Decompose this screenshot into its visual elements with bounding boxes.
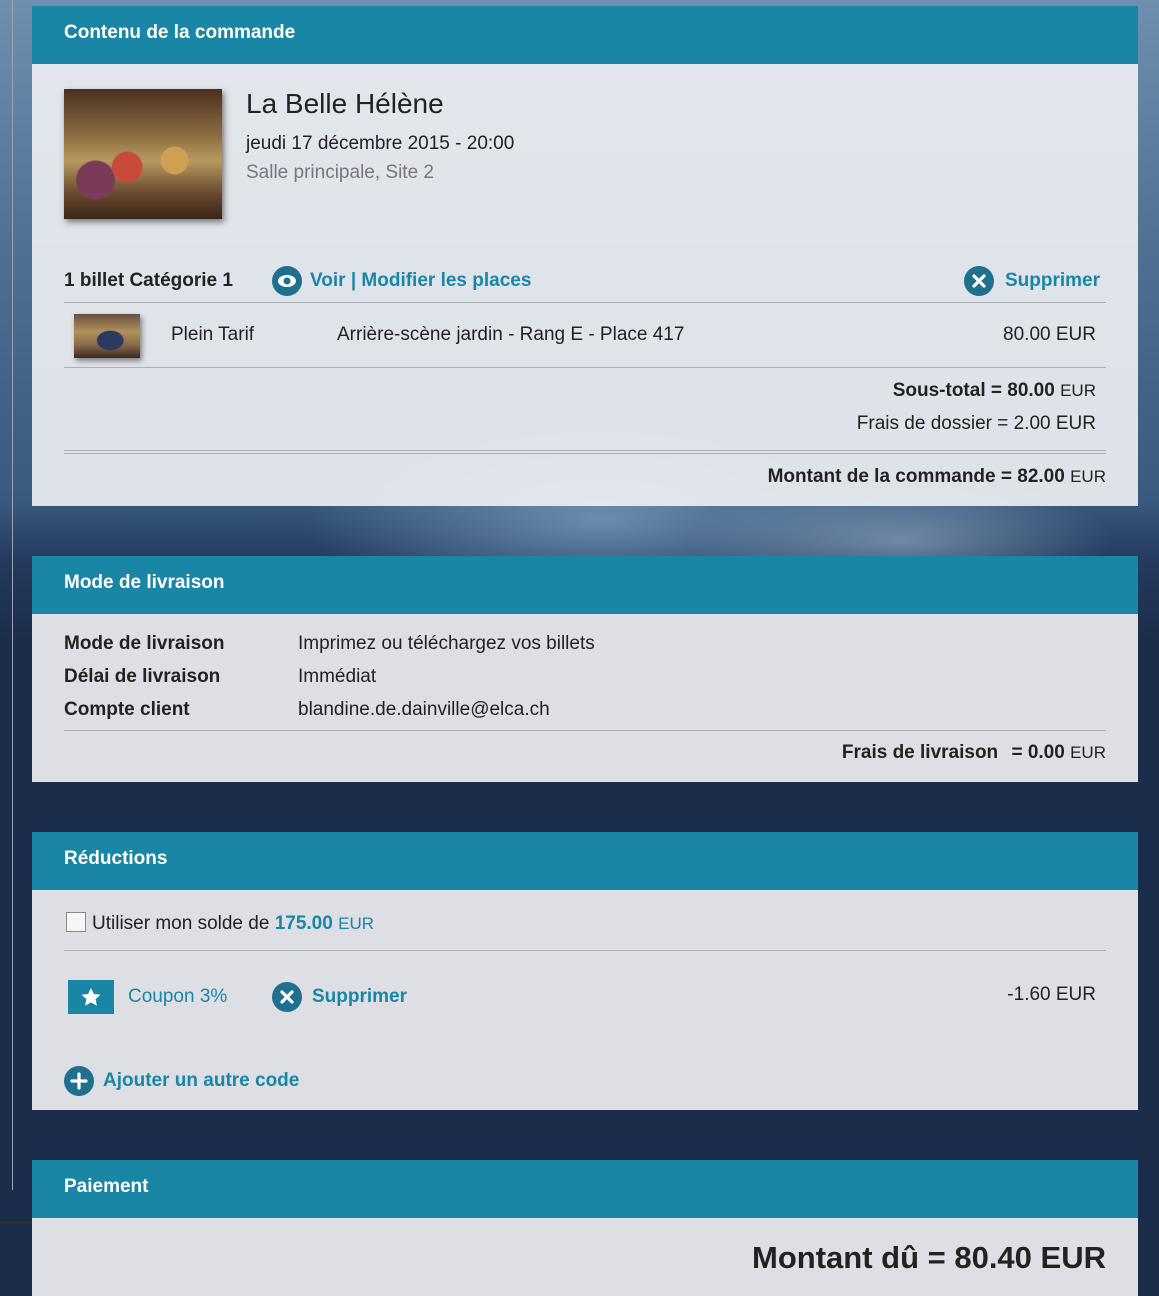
divider: [64, 450, 1106, 451]
handling-fees-label: Frais de dossier = 2.00: [856, 413, 1051, 434]
delivery-delay-value: Immédiat: [298, 666, 377, 687]
ticket-price: 80.00 EUR: [1003, 324, 1096, 346]
divider: [64, 453, 1106, 454]
show-title: La Belle Hélène: [246, 88, 444, 119]
use-balance-label: Utiliser mon solde de: [92, 913, 270, 934]
balance-amount: 175.00: [274, 913, 333, 934]
delivery-fee-amount: = 0.00: [1011, 742, 1065, 763]
delivery-fee-currency: EUR: [1070, 743, 1106, 762]
order-panel: Contenu de la commande La Belle Hélène j…: [32, 6, 1138, 506]
delivery-panel-header: Mode de livraison: [32, 556, 1138, 614]
close-icon[interactable]: [272, 982, 302, 1012]
subtotal-label: Sous-total = 80.00: [892, 380, 1055, 401]
payment-panel: Paiement Montant dû = 80.40 EUR: [32, 1160, 1138, 1296]
order-total-label: Montant de la commande = 82.00: [767, 466, 1065, 487]
divider: [0, 1222, 32, 1223]
delivery-fee: Frais de livraison = 0.00 EUR: [842, 742, 1106, 764]
delivery-mode-value: Imprimez ou téléchargez vos billets: [298, 633, 595, 654]
order-total: Montant de la commande = 82.00 EUR: [768, 466, 1106, 488]
coupon-amount: -1.60 EUR: [1007, 984, 1096, 1005]
left-border: [12, 0, 13, 1190]
close-icon[interactable]: [964, 266, 994, 296]
use-balance: Utiliser mon solde de 175.00 EUR: [92, 913, 374, 935]
divider: [64, 950, 1106, 951]
delivery-fee-label: Frais de livraison: [841, 742, 999, 763]
show-venue: Salle principale, Site 2: [246, 162, 434, 183]
amount-due-currency: EUR: [1040, 1240, 1106, 1275]
use-balance-checkbox[interactable]: [66, 912, 86, 932]
show-date: jeudi 17 décembre 2015 - 20:00: [246, 133, 515, 154]
reductions-panel-header: Réductions: [32, 832, 1138, 890]
ticket-group-label: 1 billet Catégorie 1: [64, 270, 233, 291]
add-code-link[interactable]: Ajouter un autre code: [103, 1070, 299, 1092]
view-modify-seats-link[interactable]: Voir | Modifier les places: [310, 270, 531, 292]
divider: [64, 302, 1106, 303]
ticket-price-currency: EUR: [1055, 324, 1096, 345]
delivery-mode-label: Mode de livraison: [64, 633, 225, 654]
plus-icon[interactable]: [64, 1066, 94, 1096]
amount-due-label: Montant dû = 80.40: [752, 1240, 1032, 1275]
amount-due: Montant dû = 80.40 EUR: [752, 1240, 1106, 1276]
delete-ticket-link[interactable]: Supprimer: [1005, 270, 1100, 292]
ticket-price-value: 80.00: [1003, 324, 1051, 345]
divider: [64, 730, 1106, 731]
ticket-seat: Arrière-scène jardin - Rang E - Place 41…: [337, 324, 685, 345]
coupon-name: Coupon 3%: [128, 986, 228, 1007]
order-total-currency: EUR: [1070, 467, 1106, 486]
payment-panel-header: Paiement: [32, 1160, 1138, 1218]
ticket-tariff: Plein Tarif: [171, 324, 255, 345]
star-icon: [68, 980, 114, 1014]
eye-icon[interactable]: [272, 266, 302, 296]
delete-coupon-link[interactable]: Supprimer: [312, 986, 407, 1008]
show-thumbnail: [64, 89, 222, 219]
customer-account-label: Compte client: [64, 699, 190, 720]
reductions-panel: Réductions Utiliser mon solde de 175.00 …: [32, 832, 1138, 1110]
seat-view-thumbnail: [74, 314, 140, 358]
order-panel-header: Contenu de la commande: [32, 6, 1138, 64]
divider: [64, 367, 1106, 368]
balance-currency: EUR: [338, 914, 375, 933]
customer-account-value: blandine.de.dainville@elca.ch: [298, 699, 550, 720]
handling-fees: Frais de dossier = 2.00 EUR: [857, 413, 1096, 435]
delivery-delay-label: Délai de livraison: [64, 666, 221, 687]
subtotal: Sous-total = 80.00 EUR: [893, 380, 1096, 402]
subtotal-currency: EUR: [1060, 381, 1096, 400]
handling-fees-currency: EUR: [1055, 413, 1096, 434]
delivery-panel: Mode de livraison Mode de livraison Impr…: [32, 556, 1138, 782]
